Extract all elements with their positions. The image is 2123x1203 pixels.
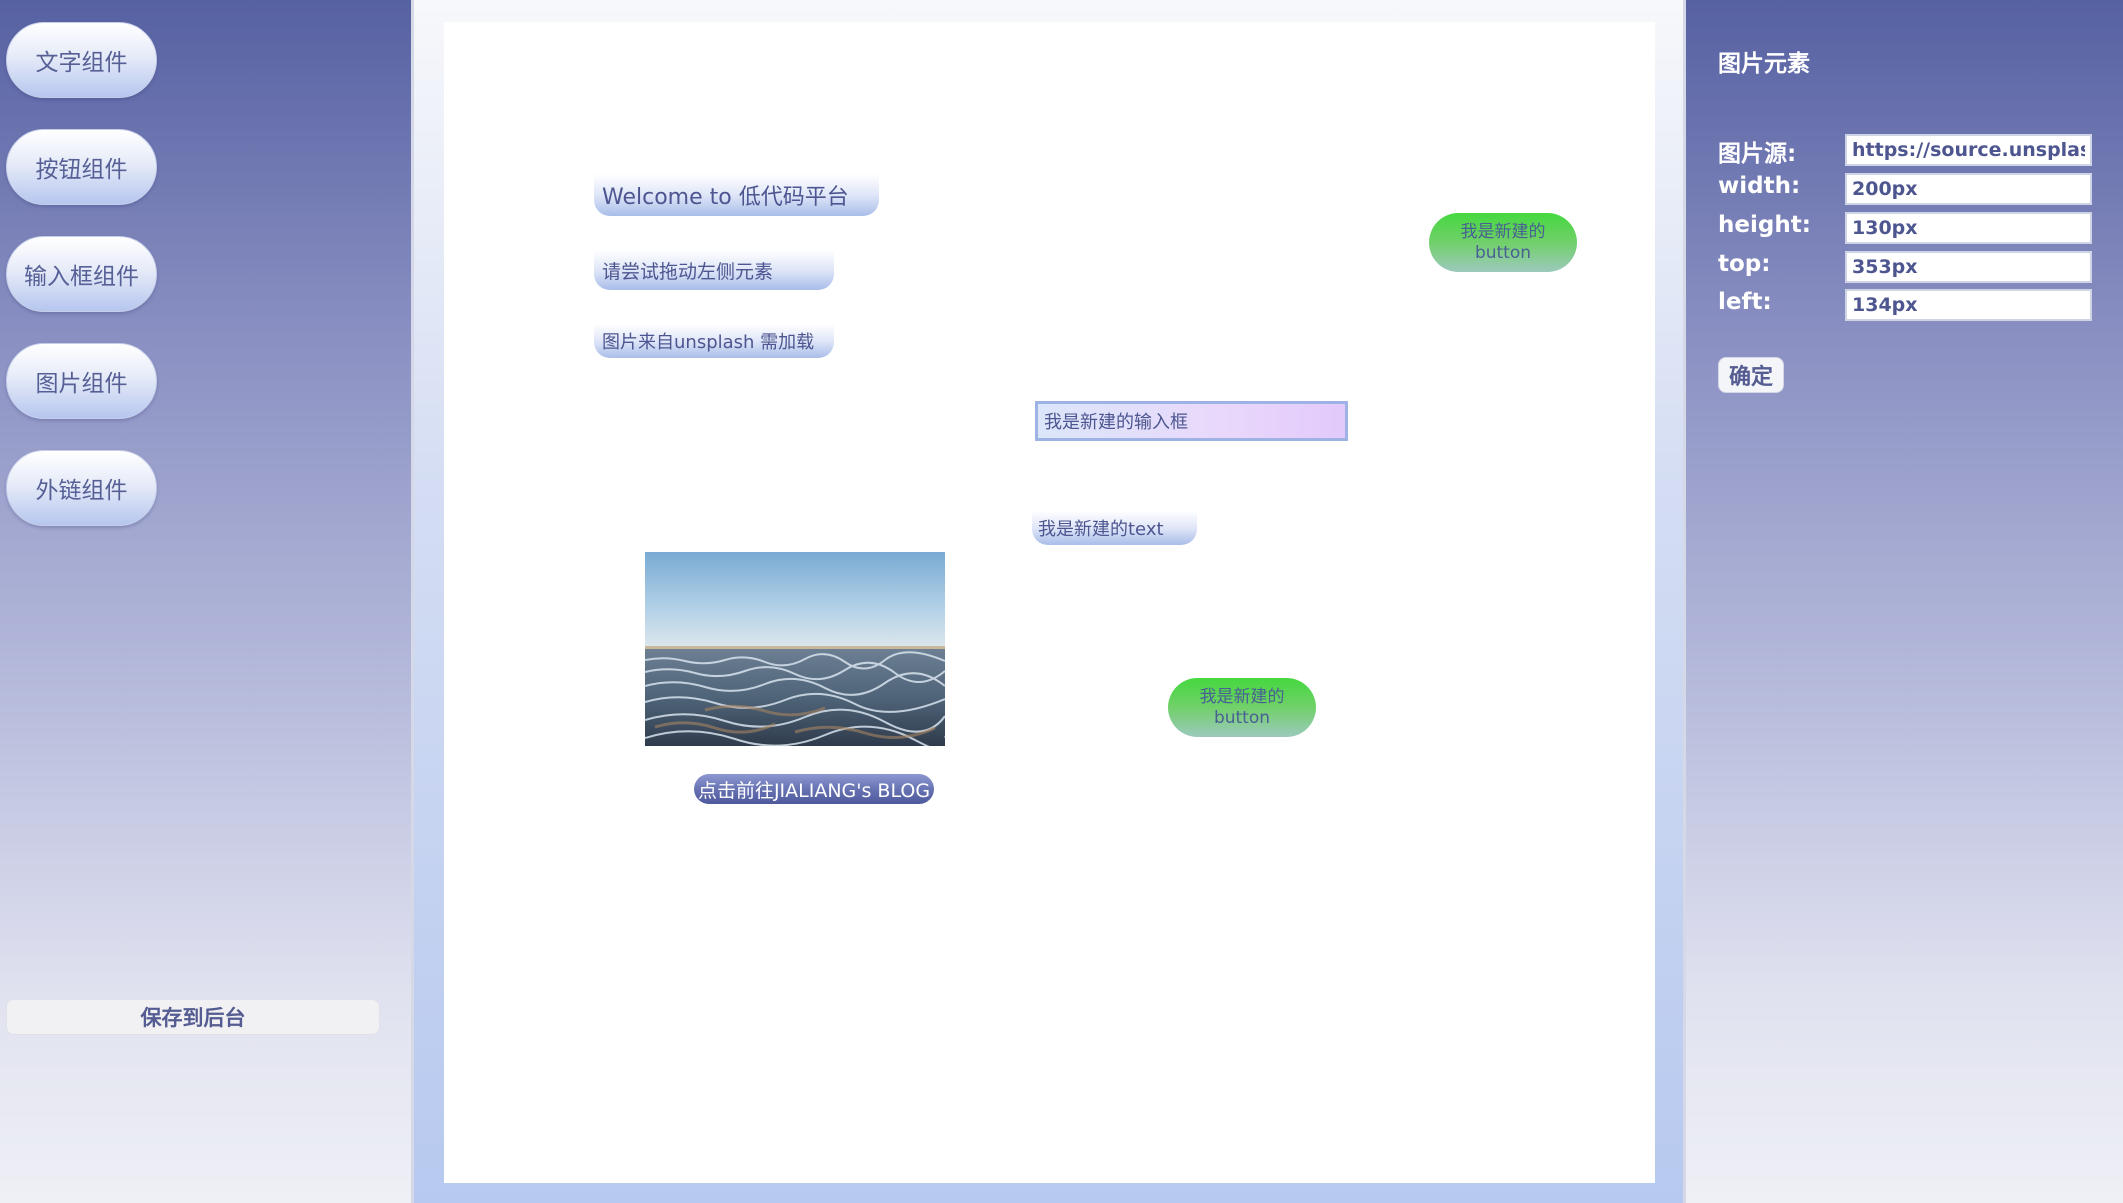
button-line2: button xyxy=(1213,707,1271,728)
new-button-top[interactable]: 我是新建的 button xyxy=(1429,213,1577,272)
image-hint-text[interactable]: 图片来自unsplash 需加载 xyxy=(594,324,834,358)
welcome-text[interactable]: Welcome to 低代码平台 xyxy=(594,174,879,216)
button-line2: button xyxy=(1474,242,1532,263)
new-input-field[interactable] xyxy=(1035,401,1348,441)
height-label: height: xyxy=(1718,212,1811,238)
width-input[interactable] xyxy=(1845,173,2092,205)
save-to-backend-button[interactable]: 保存到后台 xyxy=(6,999,380,1035)
text-component-button[interactable]: 文字组件 xyxy=(6,22,157,98)
width-label: width: xyxy=(1718,173,1801,199)
button-component-button[interactable]: 按钮组件 xyxy=(6,129,157,205)
input-component-button[interactable]: 输入框组件 xyxy=(6,236,157,312)
drag-hint-text[interactable]: 请尝试拖动左侧元素 xyxy=(594,250,834,290)
image-source-label: 图片源: xyxy=(1718,141,1797,167)
top-label: top: xyxy=(1718,251,1771,277)
left-input[interactable] xyxy=(1845,289,2092,321)
blog-external-link[interactable]: 点击前往JIALIANG's BLOG xyxy=(694,774,934,804)
link-component-button[interactable]: 外链组件 xyxy=(6,450,157,526)
height-input[interactable] xyxy=(1845,212,2092,244)
image-source-input[interactable] xyxy=(1845,134,2092,166)
panel-title: 图片元素 xyxy=(1718,51,1810,77)
top-input[interactable] xyxy=(1845,251,2092,283)
button-line1: 我是新建的 xyxy=(1199,686,1285,707)
confirm-button[interactable]: 确定 xyxy=(1718,357,1784,393)
component-sidebar: 文字组件 按钮组件 输入框组件 图片组件 外链组件 保存到后台 xyxy=(0,0,411,1203)
landscape-photo-image[interactable] xyxy=(645,552,945,746)
property-panel: 图片元素 图片源: width: height: top: left: 确定 xyxy=(1686,0,2123,1203)
new-text-element[interactable]: 我是新建的text xyxy=(1032,511,1197,545)
image-component-button[interactable]: 图片组件 xyxy=(6,343,157,419)
new-button-bottom[interactable]: 我是新建的 button xyxy=(1168,678,1316,737)
left-label: left: xyxy=(1718,289,1772,315)
button-line1: 我是新建的 xyxy=(1460,221,1546,242)
